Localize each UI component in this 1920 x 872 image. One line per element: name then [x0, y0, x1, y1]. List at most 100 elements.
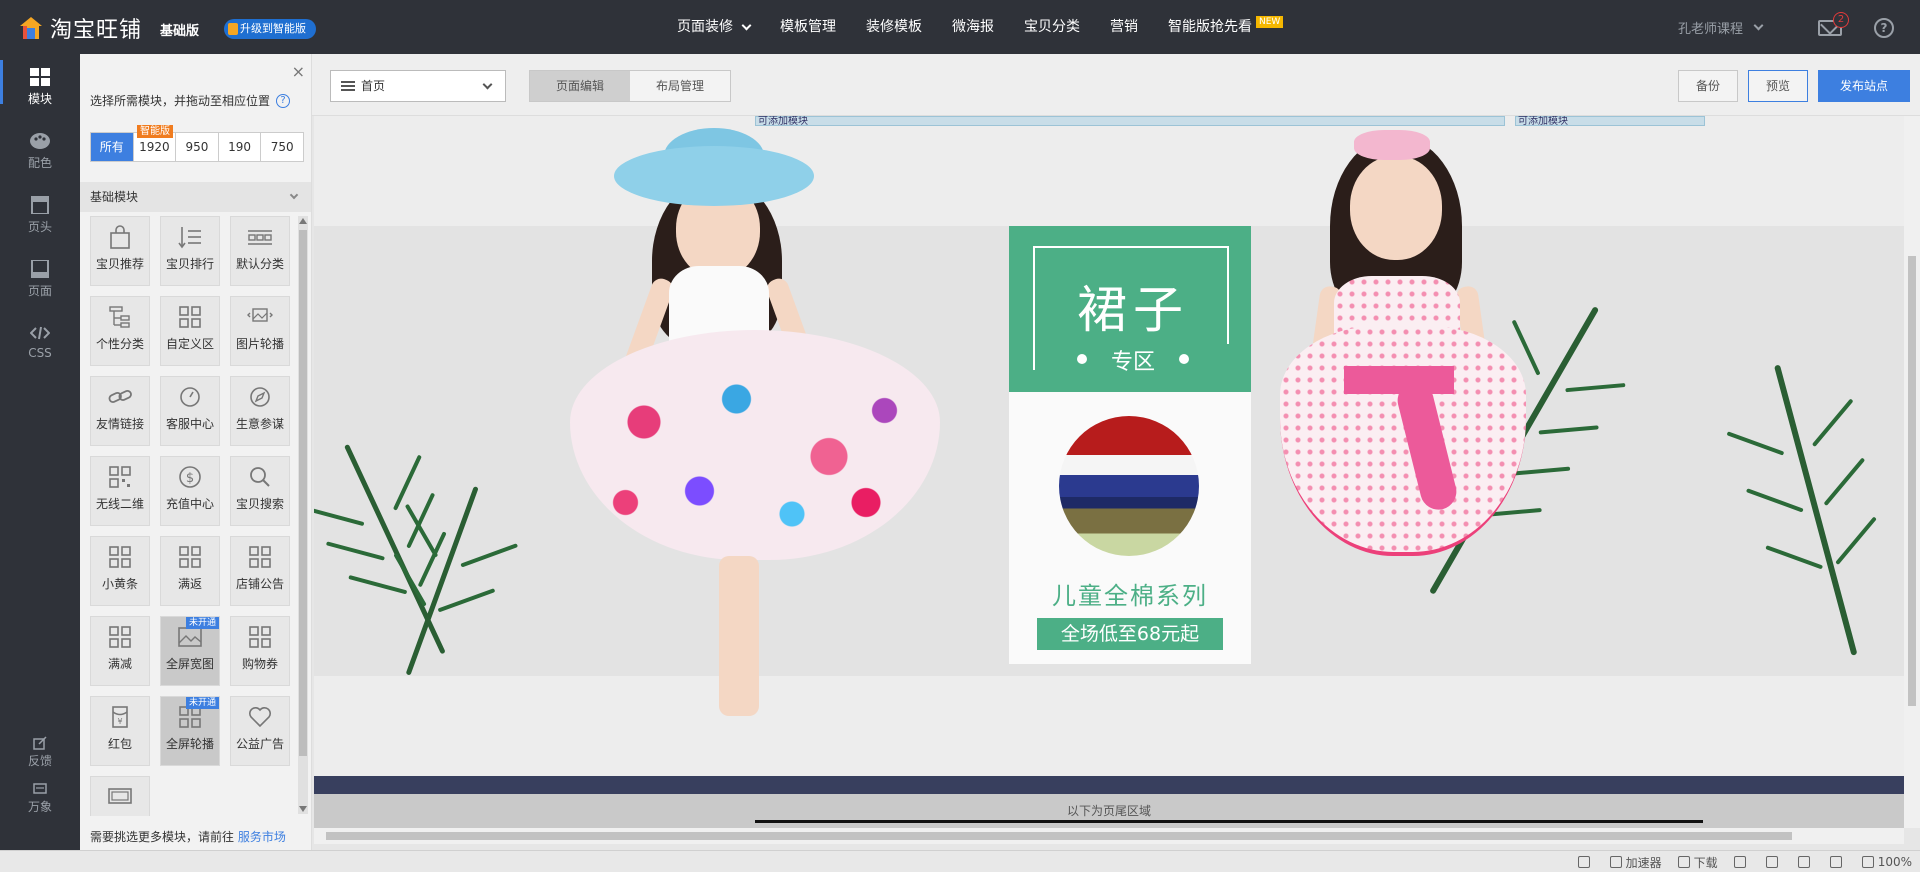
- filter-all[interactable]: 所有: [91, 133, 134, 161]
- status-item[interactable]: 下载: [1677, 854, 1718, 871]
- scrollbar-thumb[interactable]: [299, 230, 307, 756]
- module-slot[interactable]: 可添加模块: [1515, 116, 1705, 127]
- chevron-down-icon: [482, 79, 493, 90]
- module-tile[interactable]: 店铺公告: [230, 536, 290, 606]
- module-tile[interactable]: [90, 776, 150, 816]
- editor-toolbar: 首页 页面编辑 布局管理 备份 预览 发布站点: [312, 54, 1920, 116]
- status-item[interactable]: [1797, 856, 1814, 868]
- upgrade-button[interactable]: 升级到智能版: [224, 19, 316, 39]
- module-slot[interactable]: 可添加模块: [755, 116, 1505, 127]
- module-tile[interactable]: 小黄条: [90, 536, 150, 606]
- panel-scrollbar[interactable]: [298, 216, 308, 814]
- module-tile[interactable]: 公益广告: [230, 696, 290, 766]
- status-item[interactable]: [1829, 856, 1846, 868]
- module-tile[interactable]: 宝贝排行: [160, 216, 220, 286]
- module-tile[interactable]: 个性分类: [90, 296, 150, 366]
- compass-icon: [247, 385, 273, 409]
- nav-smart-preview[interactable]: 智能版抢先看 NEW: [1153, 0, 1298, 54]
- user-menu[interactable]: 孔老师课程: [1678, 18, 1764, 37]
- footer-text: 需要挑选更多模块，请前往: [90, 830, 235, 844]
- module-label: 生意参谋: [235, 417, 284, 431]
- custom-grid-icon: [177, 305, 203, 329]
- module-tile[interactable]: ¥ 红包: [90, 696, 150, 766]
- grid-icon: [177, 545, 203, 569]
- module-grid: 宝贝推荐 宝贝排行 默认分类个性分类 自定义区 图片轮播友情链接 客服中心 生意参谋无线二维…: [80, 216, 296, 816]
- module-tile[interactable]: 宝贝搜索: [230, 456, 290, 526]
- rail-item-page[interactable]: 页面: [0, 250, 80, 306]
- scroll-up-arrow-icon[interactable]: [299, 218, 307, 224]
- status-item[interactable]: 100%: [1861, 855, 1912, 869]
- header-icon: [30, 195, 50, 215]
- canvas-vertical-scrollbar[interactable]: [1904, 116, 1920, 828]
- tab-page-edit[interactable]: 页面编辑: [530, 71, 630, 101]
- decor-dot: [1179, 354, 1189, 364]
- rail-label: 页面: [27, 284, 52, 298]
- scrollbar-thumb[interactable]: [1908, 256, 1916, 706]
- module-tile[interactable]: 图片轮播: [230, 296, 290, 366]
- rail-label: 模块: [27, 92, 52, 106]
- browser-status-bar: 加速器 下载 100%: [0, 850, 1920, 872]
- module-tile[interactable]: 购物券: [230, 616, 290, 686]
- rail-item-feedback[interactable]: 反馈: [0, 736, 80, 769]
- decor-dot: [1077, 354, 1087, 364]
- module-label: 店铺公告: [235, 577, 284, 591]
- volume-icon: [1829, 856, 1842, 868]
- module-label: 友情链接: [95, 417, 144, 431]
- publish-button[interactable]: 发布站点: [1818, 70, 1910, 102]
- nav-decoration-templates[interactable]: 装修模板: [851, 0, 937, 54]
- nav-item-category[interactable]: 宝贝分类: [1009, 0, 1095, 54]
- close-icon[interactable]: ×: [292, 62, 305, 81]
- filter-190[interactable]: 190: [219, 133, 262, 161]
- module-tile[interactable]: 满返: [160, 536, 220, 606]
- tab-layout-manage[interactable]: 布局管理: [630, 71, 730, 101]
- grid-icon: [107, 625, 133, 649]
- nav-micro-poster[interactable]: 微海报: [937, 0, 1009, 54]
- rail-item-modules[interactable]: 模块: [0, 58, 80, 114]
- module-tile[interactable]: 自定义区: [160, 296, 220, 366]
- module-tile[interactable]: 客服中心: [160, 376, 220, 446]
- rail-item-header[interactable]: 页头: [0, 186, 80, 242]
- module-tile[interactable]: 全屏宽图 未开通: [160, 616, 220, 686]
- design-canvas[interactable]: 可添加模块 可添加模块 裙子 专区 儿童全棉系列 全场低至68元起 以下为页尾区…: [314, 116, 1904, 828]
- rail-item-wanxiang[interactable]: 万象: [0, 782, 80, 815]
- scroll-down-arrow-icon[interactable]: [299, 806, 307, 812]
- category-basic-modules[interactable]: 基础模块: [80, 182, 311, 212]
- status-item[interactable]: 加速器: [1609, 854, 1662, 871]
- category-label: 基础模块: [90, 190, 139, 204]
- nav-template-manage[interactable]: 模板管理: [765, 0, 851, 54]
- not-activated-badge: 未开通: [185, 617, 219, 629]
- module-tile[interactable]: 无线二维: [90, 456, 150, 526]
- module-tile[interactable]: $ 充值中心: [160, 456, 220, 526]
- module-tile[interactable]: 默认分类: [230, 216, 290, 286]
- filter-950[interactable]: 950: [176, 133, 219, 161]
- status-label: 下载: [1693, 855, 1718, 870]
- backup-button[interactable]: 备份: [1678, 70, 1738, 102]
- brand-logo[interactable]: 淘宝旺铺: [18, 12, 142, 44]
- question-icon[interactable]: ?: [276, 93, 291, 108]
- nav-marketing[interactable]: 营销: [1095, 0, 1153, 54]
- rail-item-colors[interactable]: 配色: [0, 122, 80, 178]
- preview-button[interactable]: 预览: [1748, 70, 1808, 102]
- filter-750[interactable]: 750: [261, 133, 303, 161]
- module-tile[interactable]: 满减: [90, 616, 150, 686]
- promo-subtitle: 专区: [1035, 344, 1231, 376]
- help-icon[interactable]: ?: [1874, 18, 1894, 38]
- module-label: 宝贝搜索: [235, 497, 284, 511]
- rail-label: 万象: [27, 800, 52, 814]
- rail-item-css[interactable]: CSS: [0, 314, 80, 370]
- scrollbar-thumb[interactable]: [326, 832, 1792, 840]
- page-icon: [30, 259, 50, 279]
- nav-page-decoration[interactable]: 页面装修: [662, 0, 765, 54]
- service-market-link[interactable]: 服务市场: [238, 830, 286, 844]
- page-select[interactable]: 首页: [330, 70, 506, 102]
- module-tile[interactable]: 生意参谋: [230, 376, 290, 446]
- status-item[interactable]: [1733, 856, 1750, 868]
- module-tile[interactable]: 友情链接: [90, 376, 150, 446]
- status-item[interactable]: [1765, 856, 1782, 868]
- status-item[interactable]: [1577, 856, 1594, 868]
- grid-icon: [107, 545, 133, 569]
- module-tile[interactable]: 全屏轮播 未开通: [160, 696, 220, 766]
- status-label: 加速器: [1625, 855, 1662, 870]
- canvas-horizontal-scrollbar[interactable]: [314, 828, 1904, 844]
- module-tile[interactable]: 宝贝推荐: [90, 216, 150, 286]
